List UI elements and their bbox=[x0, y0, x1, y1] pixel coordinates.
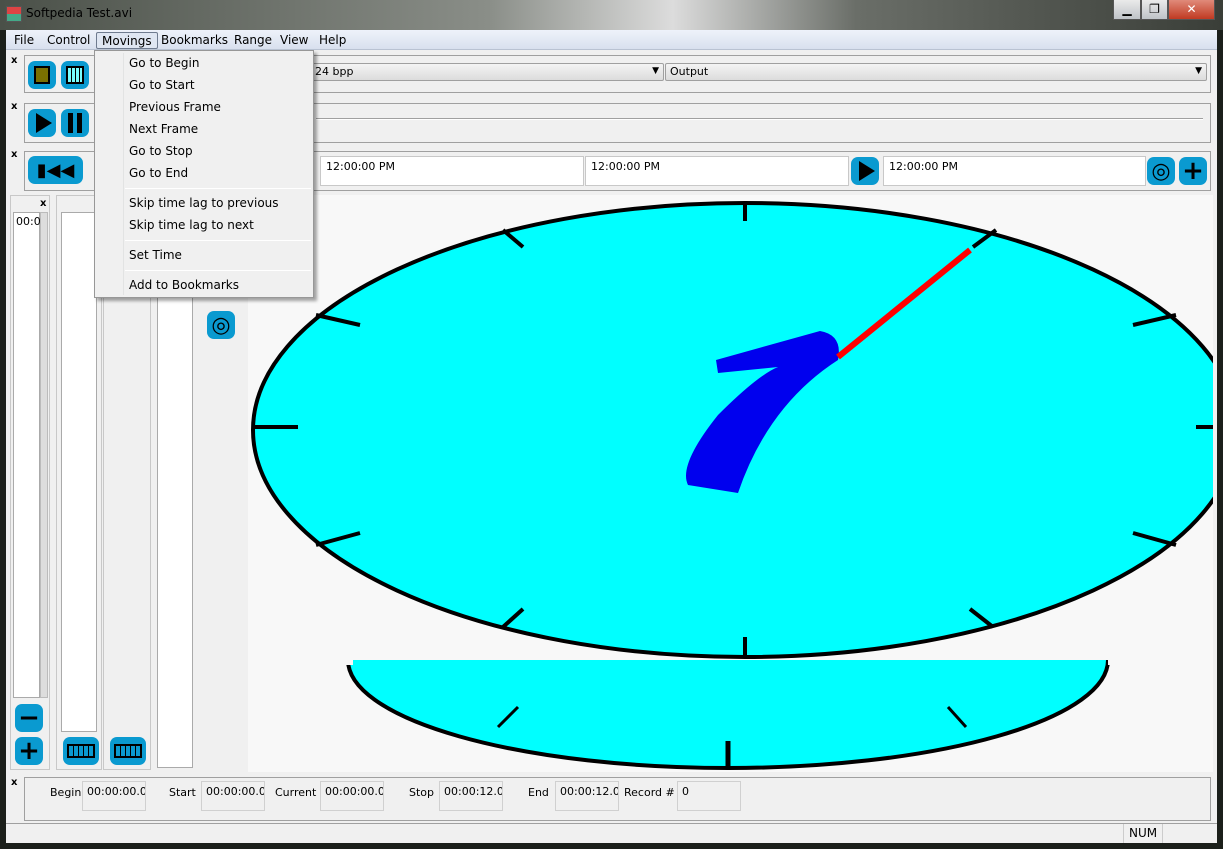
add-bookmark-button[interactable]: + bbox=[15, 736, 43, 766]
target-icon: ◎ bbox=[1151, 158, 1171, 184]
record-field[interactable]: 0 bbox=[677, 781, 741, 811]
remove-bookmark-button[interactable]: − bbox=[15, 703, 43, 733]
plus-icon: + bbox=[18, 736, 40, 766]
pause-button[interactable] bbox=[61, 109, 89, 137]
menu-movings[interactable]: Movings bbox=[96, 32, 158, 49]
end-time-field[interactable]: 12:00:00 PM bbox=[883, 156, 1146, 186]
toolbar-close[interactable]: x bbox=[11, 149, 17, 160]
menu-item-go-to-start[interactable]: Go to Start bbox=[129, 78, 195, 92]
play-icon bbox=[36, 113, 52, 133]
go-to-begin-button[interactable]: ▮◀◀ bbox=[28, 156, 83, 184]
dropdown-arrow-icon: ▼ bbox=[1195, 66, 1202, 76]
end-label: End bbox=[528, 786, 549, 799]
minus-icon: − bbox=[18, 703, 40, 733]
start-field[interactable]: 00:00:00.00 bbox=[201, 781, 265, 811]
target-icon: ◎ bbox=[211, 312, 231, 338]
folder-icon bbox=[34, 66, 50, 84]
stop-label: Stop bbox=[409, 786, 435, 799]
play-button[interactable] bbox=[28, 109, 56, 137]
status-bar: NUM bbox=[6, 823, 1217, 843]
menu-help[interactable]: Help bbox=[314, 32, 351, 49]
begin-time-field[interactable]: 12:00:00 PM bbox=[320, 156, 584, 186]
panel-close[interactable]: x bbox=[40, 198, 46, 209]
current-label: Current bbox=[275, 786, 317, 799]
target-button[interactable]: ◎ bbox=[207, 311, 235, 339]
menu-bookmarks[interactable]: Bookmarks bbox=[156, 32, 233, 49]
clock-frame bbox=[248, 201, 1213, 770]
menu-item-set-time[interactable]: Set Time bbox=[129, 248, 182, 262]
dropdown-arrow-icon: ▼ bbox=[652, 66, 659, 76]
position-slider[interactable] bbox=[316, 118, 1203, 120]
output-combo-value: Output bbox=[670, 65, 709, 78]
film-button[interactable] bbox=[110, 737, 146, 765]
open-file-button[interactable] bbox=[28, 61, 56, 89]
current-field[interactable]: 00:00:00.00 bbox=[320, 781, 384, 811]
stop-time-field[interactable]: 12:00:00 PM bbox=[585, 156, 849, 186]
window-title: Softpedia Test.avi bbox=[26, 6, 133, 20]
toolbar-close[interactable]: x bbox=[11, 777, 17, 788]
menu-item-skip-lag-next[interactable]: Skip time lag to next bbox=[129, 218, 254, 232]
scrollbar[interactable] bbox=[40, 212, 48, 698]
output-combo[interactable]: Output ▼ bbox=[665, 63, 1207, 81]
menu-file[interactable]: File bbox=[9, 32, 39, 49]
stop-field[interactable]: 00:00:12.00 bbox=[439, 781, 503, 811]
play-icon bbox=[859, 161, 875, 181]
menu-view[interactable]: View bbox=[275, 32, 313, 49]
add-button[interactable]: + bbox=[1179, 156, 1207, 186]
movings-menu: Go to Begin Go to Start Previous Frame N… bbox=[94, 50, 314, 298]
plus-icon: + bbox=[1182, 156, 1204, 186]
begin-label: Begin bbox=[50, 786, 82, 799]
menu-control[interactable]: Control bbox=[42, 32, 95, 49]
record-label: Record # bbox=[624, 786, 675, 799]
pause-icon bbox=[68, 113, 82, 133]
minimize-button[interactable]: ▁ bbox=[1113, 0, 1141, 20]
menu-bar: File Control Movings Bookmarks Range Vie… bbox=[6, 30, 1217, 50]
skip-back-icon: ▮◀◀ bbox=[36, 159, 75, 181]
menu-item-next-frame[interactable]: Next Frame bbox=[129, 122, 198, 136]
toolbar-close[interactable]: x bbox=[11, 101, 17, 112]
begin-field[interactable]: 00:00:00.00 bbox=[82, 781, 146, 811]
menu-item-go-to-end[interactable]: Go to End bbox=[129, 166, 188, 180]
title-bar: Softpedia Test.avi ▁ ❐ ✕ bbox=[0, 0, 1223, 30]
bookmarks-list[interactable]: 00:0 bbox=[13, 212, 41, 698]
menu-item-go-to-begin[interactable]: Go to Begin bbox=[129, 56, 200, 70]
range-list[interactable] bbox=[61, 212, 97, 732]
format-combo-value: 24 bpp bbox=[315, 65, 354, 78]
format-combo[interactable]: 24 bpp ▼ bbox=[310, 63, 664, 81]
app-icon[interactable] bbox=[6, 6, 22, 22]
frames-list[interactable] bbox=[157, 290, 193, 768]
toolbar-close[interactable]: x bbox=[11, 55, 17, 66]
film-icon bbox=[114, 744, 142, 758]
menu-item-go-to-stop[interactable]: Go to Stop bbox=[129, 144, 193, 158]
num-lock-indicator: NUM bbox=[1123, 824, 1164, 843]
maximize-button[interactable]: ❐ bbox=[1141, 0, 1168, 20]
film-folder-icon bbox=[66, 66, 84, 84]
menu-item-previous-frame[interactable]: Previous Frame bbox=[129, 100, 221, 114]
end-field[interactable]: 00:00:12.00 bbox=[555, 781, 619, 811]
film-icon bbox=[67, 744, 95, 758]
menu-item-skip-lag-previous[interactable]: Skip time lag to previous bbox=[129, 196, 279, 210]
bookmark-item[interactable]: 00:0 bbox=[16, 215, 41, 228]
open-video-button[interactable] bbox=[61, 61, 89, 89]
close-button[interactable]: ✕ bbox=[1168, 0, 1215, 20]
go-button[interactable] bbox=[851, 157, 879, 185]
menu-item-add-to-bookmarks[interactable]: Add to Bookmarks bbox=[129, 278, 239, 292]
start-label: Start bbox=[169, 786, 196, 799]
target-button[interactable]: ◎ bbox=[1147, 157, 1175, 185]
menu-range[interactable]: Range bbox=[229, 32, 277, 49]
video-view[interactable] bbox=[248, 195, 1213, 772]
film-button[interactable] bbox=[63, 737, 99, 765]
